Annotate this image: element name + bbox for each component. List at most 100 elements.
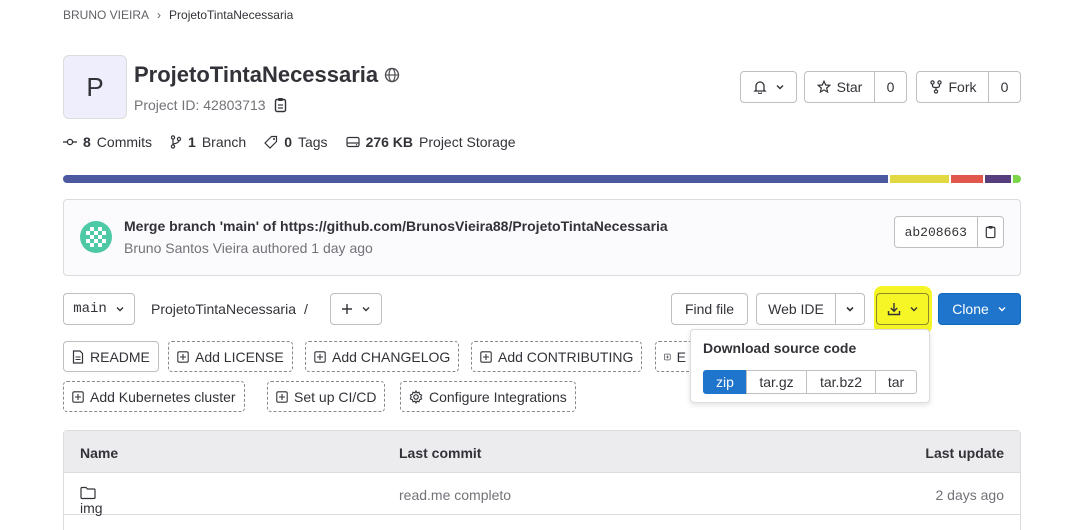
commit-message[interactable]: Merge branch 'main' of https://github.co… (124, 218, 668, 234)
find-file-button[interactable]: Find file (671, 293, 748, 325)
tags-label: Tags (297, 134, 328, 150)
row-commit[interactable]: read.me completo (399, 487, 511, 503)
project-stats: 8 Commits 1 Branch 0 Tags 276 KB Project… (63, 134, 516, 150)
project-title-row: ProjetoTintaNecessaria (134, 62, 400, 88)
setup-cicd-chip[interactable]: Set up CI/CD (267, 381, 386, 412)
download-tar-bz2[interactable]: tar.bz2 (806, 370, 876, 394)
add-contributing-chip[interactable]: Add CONTRIBUTING (471, 341, 643, 372)
header-last-update: Last update (925, 445, 1004, 461)
language-segment[interactable] (63, 175, 888, 183)
plus-square-icon (177, 350, 189, 363)
row-name-cell[interactable]: img (80, 486, 103, 516)
chevron-down-icon (910, 307, 917, 312)
row-updated: 2 days ago (935, 487, 1005, 503)
copy-icon[interactable] (274, 97, 288, 113)
commit-sha-group: ab208663 (893, 216, 1004, 248)
storage-icon (345, 136, 360, 148)
star-button[interactable]: Star (804, 71, 875, 103)
download-dropdown: Download source code zip tar.gz tar.bz2 … (690, 329, 930, 403)
file-table: Name Last commit Last update img read.me… (63, 430, 1021, 530)
table-row[interactable]: img read.me completo 2 days ago (64, 473, 1020, 516)
clone-button[interactable]: Clone (938, 293, 1021, 325)
web-ide-button[interactable]: Web IDE (756, 293, 836, 325)
author-avatar[interactable] (80, 221, 112, 253)
download-zip[interactable]: zip (703, 370, 747, 394)
readme-chip[interactable]: README (63, 341, 159, 372)
commits-count: 8 (83, 134, 91, 150)
add-license-chip[interactable]: Add LICENSE (168, 341, 293, 372)
commits-label: Commits (96, 134, 153, 150)
breadcrumb-separator: › (157, 8, 162, 22)
commit-author: Bruno Santos Vieira authored 1 day ago (124, 240, 373, 256)
storage-stat[interactable]: 276 KB Project Storage (345, 134, 516, 150)
setup-cicd-label: Set up CI/CD (294, 388, 377, 405)
plus-square-icon (480, 350, 492, 363)
project-id: Project ID: 42803713 (134, 97, 288, 113)
add-license-label: Add LICENSE (195, 348, 284, 365)
language-segment[interactable] (951, 175, 983, 183)
add-changelog-label: Add CHANGELOG (332, 348, 451, 365)
gear-icon (409, 389, 423, 404)
download-button[interactable] (876, 293, 929, 325)
table-header: Name Last commit Last update (64, 431, 1020, 473)
star-label: Star (836, 79, 863, 95)
web-ide-dropdown[interactable] (835, 293, 865, 325)
star-icon (816, 80, 831, 94)
branch-selector[interactable]: main (63, 293, 135, 325)
chevron-down-icon (116, 307, 124, 312)
breadcrumb-project[interactable]: ProjetoTintaNecessaria (169, 8, 293, 22)
branch-icon (170, 135, 182, 149)
fork-count[interactable]: 0 (988, 71, 1021, 103)
download-dropdown-title: Download source code (703, 340, 857, 356)
fork-label: Fork (948, 79, 977, 95)
download-tar[interactable]: tar (875, 370, 917, 394)
readme-label: README (90, 348, 150, 365)
commit-icon (63, 138, 77, 146)
partially-hidden-chip[interactable]: E (655, 341, 695, 372)
repo-path-root[interactable]: ProjetoTintaNecessaria (151, 301, 296, 317)
branch-count: 1 (188, 134, 196, 150)
configure-integrations-label: Configure Integrations (429, 388, 567, 405)
plus-square-icon (314, 350, 326, 363)
language-segment[interactable] (1013, 175, 1021, 183)
download-icon (887, 303, 900, 316)
partially-hidden-label: E (676, 348, 686, 365)
tags-count: 0 (284, 134, 292, 150)
commit-sha[interactable]: ab208663 (895, 217, 977, 247)
header-name: Name (80, 445, 119, 461)
breadcrumb: BRUNO VIEIRA › ProjetoTintaNecessaria (63, 8, 293, 22)
project-title: ProjetoTintaNecessaria (134, 62, 379, 87)
language-bar[interactable] (63, 175, 1021, 183)
language-segment[interactable] (985, 175, 1011, 183)
row-name[interactable]: img (80, 500, 103, 516)
bell-icon (752, 81, 767, 94)
add-changelog-chip[interactable]: Add CHANGELOG (305, 341, 460, 372)
clone-label: Clone (952, 301, 989, 317)
globe-icon (384, 67, 400, 83)
add-kubernetes-label: Add Kubernetes cluster (90, 388, 236, 405)
storage-size: 276 KB (365, 134, 414, 150)
storage-label: Project Storage (419, 134, 516, 150)
star-count[interactable]: 0 (874, 71, 907, 103)
repo-path: ProjetoTintaNecessaria / (151, 301, 308, 317)
language-segment[interactable] (890, 175, 949, 183)
project-id-text: Project ID: 42803713 (134, 97, 266, 113)
breadcrumb-owner[interactable]: BRUNO VIEIRA (63, 8, 149, 22)
copy-sha-button[interactable] (977, 217, 1003, 247)
commits-stat[interactable]: 8 Commits (63, 134, 152, 150)
download-tar-gz[interactable]: tar.gz (746, 370, 807, 394)
add-kubernetes-chip[interactable]: Add Kubernetes cluster (63, 381, 245, 412)
fork-button[interactable]: Fork (916, 71, 989, 103)
notifications-button[interactable] (740, 71, 797, 103)
configure-integrations-chip[interactable]: Configure Integrations (400, 381, 576, 412)
document-icon (72, 349, 84, 364)
add-file-dropdown[interactable] (330, 293, 382, 325)
add-contributing-label: Add CONTRIBUTING (498, 348, 634, 365)
chevron-down-icon (362, 307, 370, 312)
tags-stat[interactable]: 0 Tags (264, 134, 328, 150)
tag-icon (264, 135, 278, 149)
branch-stat[interactable]: 1 Branch (170, 134, 246, 150)
plus-icon (342, 304, 352, 314)
plus-square-icon (72, 390, 84, 403)
chevron-down-icon (846, 306, 854, 312)
